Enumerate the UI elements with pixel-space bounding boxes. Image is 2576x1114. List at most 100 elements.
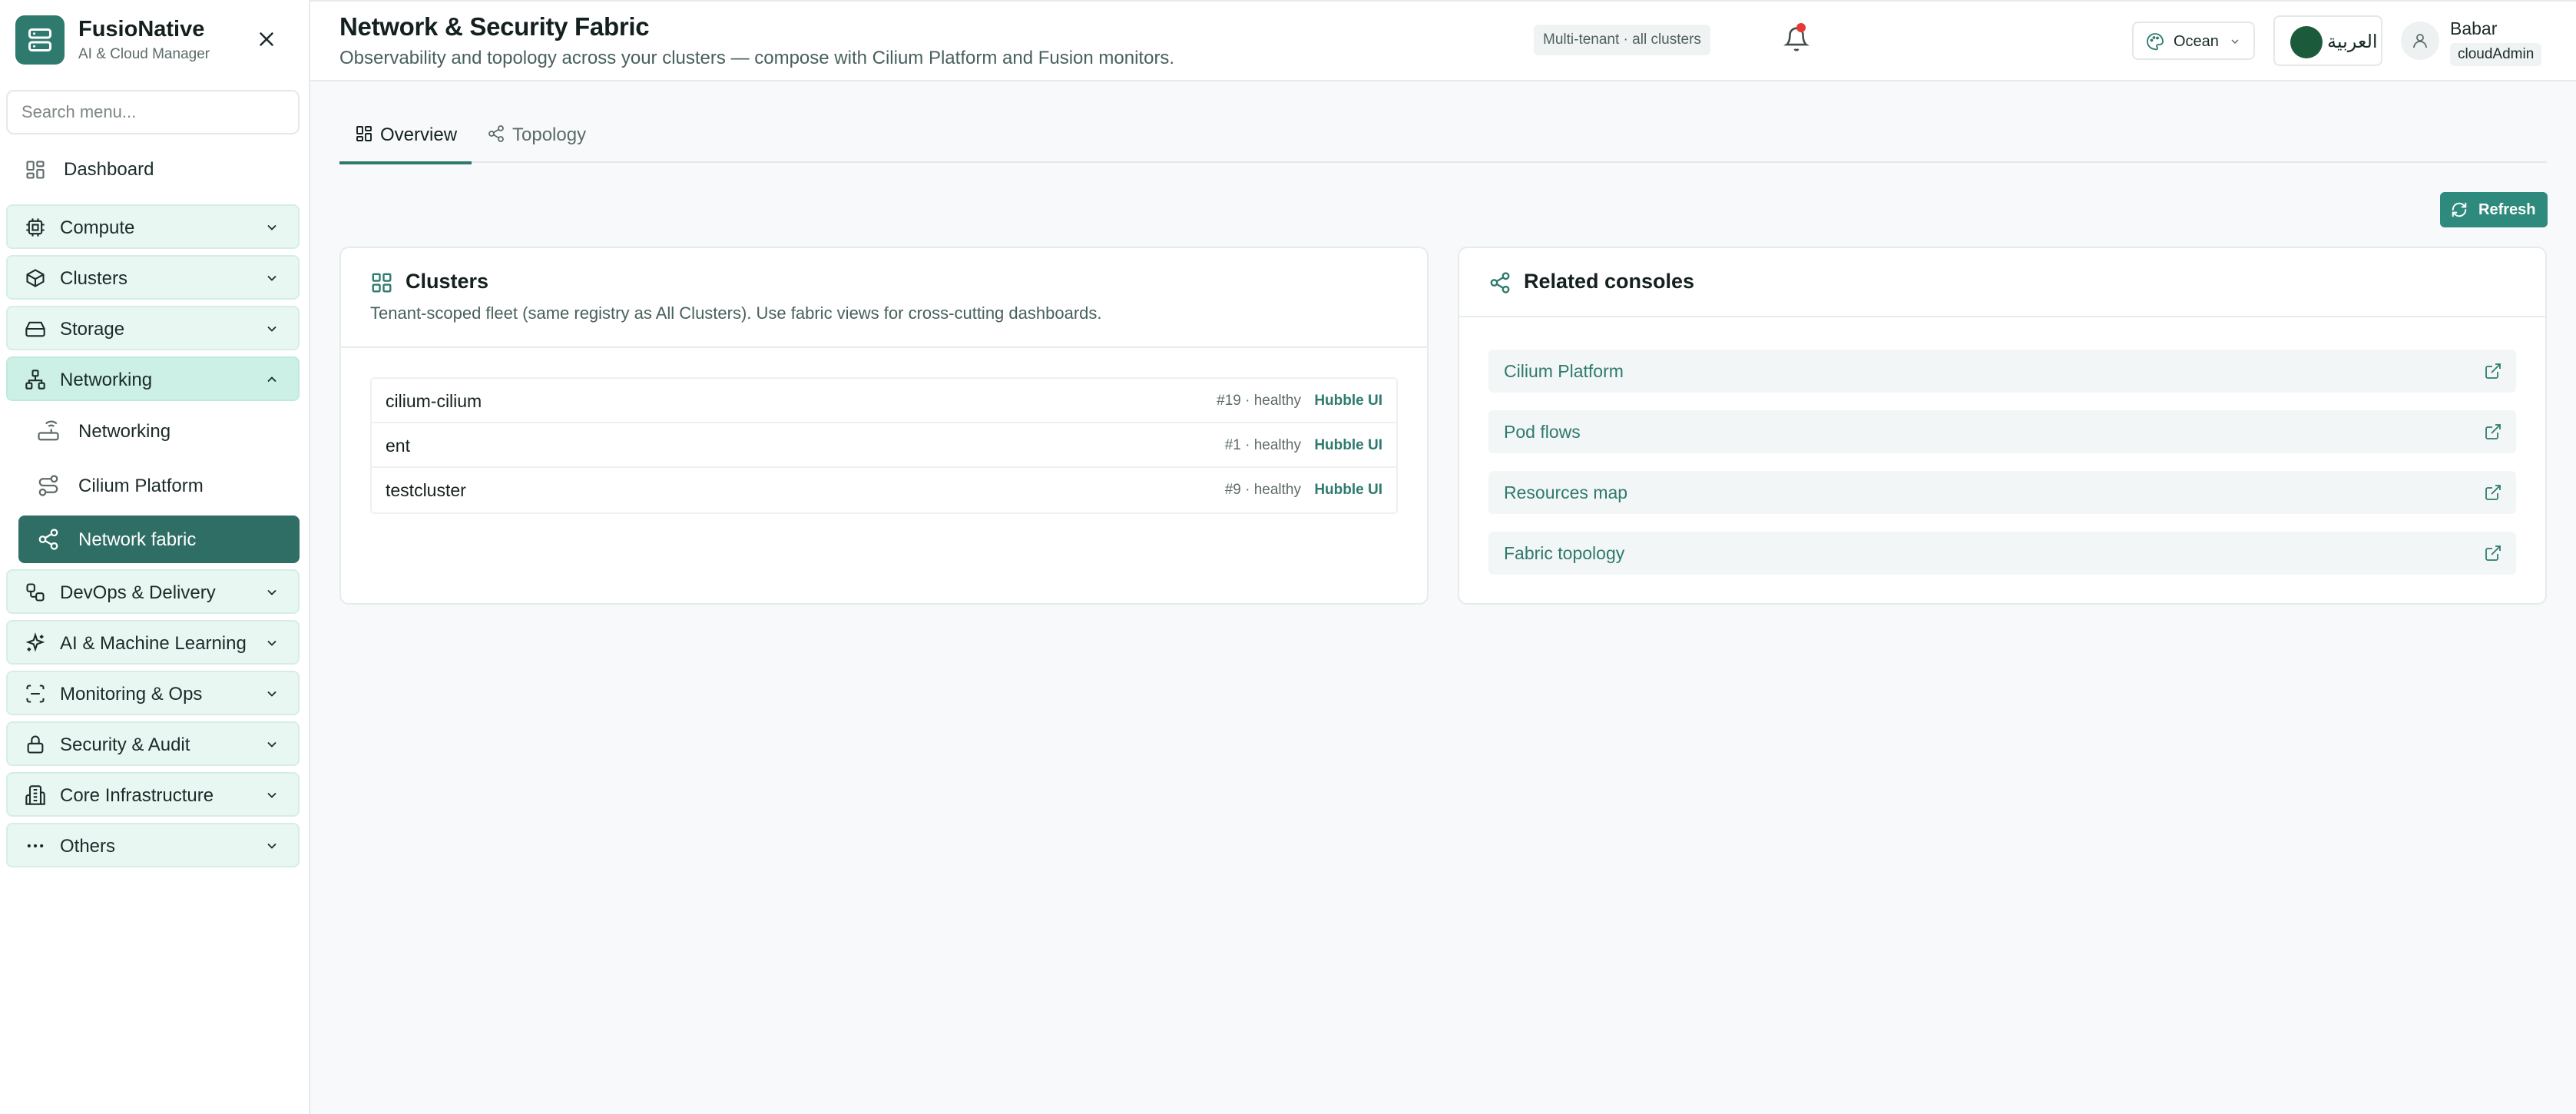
page-tabs: Overview Topology [339, 114, 2547, 164]
search-menu-input[interactable] [6, 90, 300, 134]
sidebar-group-label: Storage [60, 319, 125, 340]
tab-overview[interactable]: Overview [339, 114, 472, 164]
lock-icon [25, 734, 46, 759]
brand: FusioNative AI & Cloud Manager [15, 15, 300, 65]
sidebar-group-ai-ml[interactable]: AI & Machine Learning [6, 620, 300, 665]
brand-name: FusioNative [78, 17, 205, 41]
chevron-down-icon [2229, 35, 2241, 51]
route-icon [37, 474, 60, 501]
scan-icon [25, 683, 46, 708]
sidebar-item-cilium-platform[interactable]: Cilium Platform [18, 462, 300, 509]
sparkles-icon [25, 632, 46, 658]
sidebar-group-label: Security & Audit [60, 734, 190, 755]
cpu-icon [25, 217, 46, 242]
close-icon [260, 32, 273, 46]
sidebar-group-compute[interactable]: Compute [6, 204, 300, 249]
chevron-down-icon [264, 270, 280, 290]
page-subtitle: Observability and topology across your c… [339, 48, 1175, 68]
chevron-down-icon [264, 220, 280, 239]
console-label: Fabric topology [1504, 543, 1625, 563]
close-sidebar-button[interactable] [255, 28, 278, 51]
tenant-scope-badge: Multi-tenant · all clusters [1534, 25, 1710, 55]
hubble-ui-link[interactable]: Hubble UI [1314, 482, 1382, 499]
card-description: Tenant-scoped fleet (same registry as Al… [370, 303, 1102, 323]
chevron-down-icon [264, 737, 280, 756]
sidebar-item-network-fabric[interactable]: Network fabric [18, 516, 300, 563]
sidebar-group-devops[interactable]: DevOps & Delivery [6, 569, 300, 614]
sidebar: FusioNative AI & Cloud Manager Dashboard… [0, 0, 310, 1114]
cluster-list: cilium-cilium #19 · healthy Hubble UI en… [370, 377, 1398, 514]
building-icon [25, 784, 46, 810]
sidebar-group-label: Others [60, 836, 116, 857]
palette-icon [2146, 32, 2164, 55]
external-link-icon [2484, 423, 2502, 445]
ellipsis-icon [25, 835, 46, 860]
console-link-cilium-platform[interactable]: Cilium Platform [1488, 350, 2516, 393]
user-icon [2413, 34, 2427, 48]
sidebar-group-others[interactable]: Others [6, 823, 300, 867]
workflow-icon [25, 582, 46, 607]
theme-select[interactable]: Ocean [2132, 22, 2255, 60]
refresh-label: Refresh [2478, 201, 2536, 218]
sidebar-group-clusters[interactable]: Clusters [6, 255, 300, 300]
cluster-name: testcluster [386, 480, 466, 500]
chevron-up-icon [264, 372, 280, 391]
chevron-down-icon [264, 635, 280, 655]
sidebar-group-label: DevOps & Delivery [60, 582, 216, 603]
refresh-button[interactable]: Refresh [2440, 192, 2548, 227]
layout-grid-icon [370, 271, 393, 298]
tab-topology[interactable]: Topology [472, 114, 594, 163]
share-icon [1488, 271, 1511, 298]
language-label: العربية [2327, 31, 2378, 52]
console-label: Pod flows [1504, 422, 1581, 442]
external-link-icon [2484, 483, 2502, 506]
clusters-card: Clusters Tenant-scoped fleet (same regis… [339, 247, 1429, 605]
hard-drive-icon [25, 318, 46, 343]
cluster-name: ent [386, 436, 410, 456]
saudi-flag-icon [2290, 26, 2323, 58]
table-row: testcluster #9 · healthy Hubble UI [372, 468, 1396, 512]
sidebar-item-dashboard[interactable]: Dashboard [6, 148, 300, 192]
console-label: Cilium Platform [1504, 361, 1624, 381]
sidebar-item-networking[interactable]: Networking [18, 407, 300, 455]
chevron-down-icon [264, 838, 280, 857]
table-row: cilium-cilium #19 · healthy Hubble UI [372, 379, 1396, 423]
sidebar-group-core-infrastructure[interactable]: Core Infrastructure [6, 772, 300, 817]
external-link-icon [2484, 362, 2502, 384]
sidebar-item-label: Cilium Platform [78, 476, 204, 496]
card-header: Related consoles [1459, 248, 2545, 317]
server-logo-icon [15, 15, 65, 65]
sidebar-group-networking[interactable]: Networking [6, 356, 300, 401]
external-link-icon [2484, 544, 2502, 566]
sidebar-group-label: Clusters [60, 268, 128, 289]
console-label: Resources map [1504, 482, 1628, 502]
tab-label: Overview [380, 124, 458, 145]
page-title: Network & Security Fabric [339, 12, 650, 41]
chevron-down-icon [264, 686, 280, 705]
chevron-down-icon [264, 321, 280, 340]
hubble-ui-link[interactable]: Hubble UI [1314, 437, 1382, 454]
card-title: Clusters [406, 270, 489, 293]
language-switch-button[interactable]: العربية [2273, 15, 2382, 66]
table-row: ent #1 · healthy Hubble UI [372, 423, 1396, 468]
card-header: Clusters Tenant-scoped fleet (same regis… [341, 248, 1427, 348]
hubble-ui-link[interactable]: Hubble UI [1314, 393, 1382, 409]
sidebar-group-label: Monitoring & Ops [60, 684, 203, 705]
console-link-resources-map[interactable]: Resources map [1488, 471, 2516, 514]
sidebar-group-monitoring[interactable]: Monitoring & Ops [6, 671, 300, 715]
network-icon [25, 369, 46, 394]
related-consoles-card: Related consoles Cilium Platform Pod flo… [1458, 247, 2547, 605]
chevron-down-icon [264, 787, 280, 807]
sidebar-group-label: AI & Machine Learning [60, 633, 247, 654]
cluster-status: #9 · healthy [1224, 482, 1301, 498]
console-link-fabric-topology[interactable]: Fabric topology [1488, 532, 2516, 575]
sidebar-item-label: Dashboard [64, 159, 154, 180]
brand-subtitle: AI & Cloud Manager [78, 46, 210, 62]
sidebar-group-security[interactable]: Security & Audit [6, 721, 300, 766]
user-role-badge: cloudAdmin [2450, 43, 2542, 66]
console-link-pod-flows[interactable]: Pod flows [1488, 410, 2516, 453]
sidebar-group-storage[interactable]: Storage [6, 306, 300, 350]
share-icon [487, 124, 505, 147]
avatar[interactable] [2401, 22, 2439, 60]
layout-grid-icon [355, 124, 373, 147]
